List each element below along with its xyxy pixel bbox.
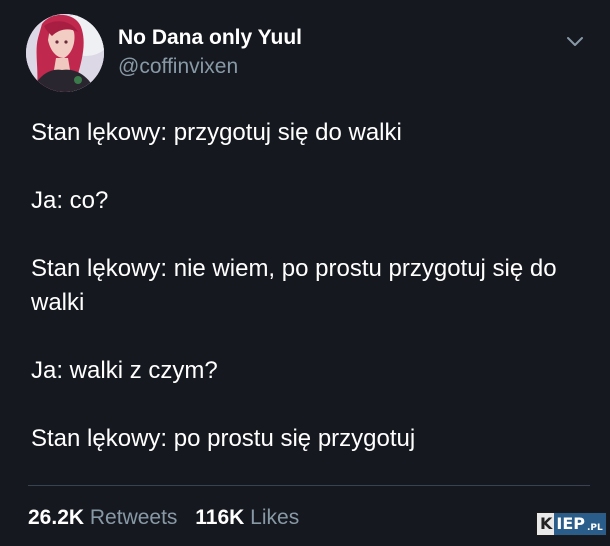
chevron-down-icon[interactable] xyxy=(564,30,586,52)
likes-count: 116K xyxy=(195,506,245,529)
tweet-paragraph: Ja: walki z czym? xyxy=(31,357,218,384)
tweet-card: No Dana only Yuul @coffinvixen Stan lęko… xyxy=(0,0,610,546)
retweets-stat[interactable]: 26.2K Retweets xyxy=(28,506,195,529)
avatar-illustration xyxy=(26,14,104,92)
retweets-label: Retweets xyxy=(89,506,178,529)
likes-stat[interactable]: 116K Likes xyxy=(195,506,311,529)
tweet-paragraph: Ja: co? xyxy=(31,187,109,214)
author-display-name[interactable]: No Dana only Yuul xyxy=(118,26,302,50)
stats-divider xyxy=(28,485,590,486)
tweet-paragraph: Stan lękowy: nie wiem, po prostu przygot… xyxy=(31,255,557,316)
retweets-count: 26.2K xyxy=(28,506,85,529)
author-handle[interactable]: @coffinvixen xyxy=(118,55,238,79)
tweet-text: Stan lękowy: przygotuj się do walki Ja: … xyxy=(31,116,591,490)
engagement-stats: 26.2K Retweets 116K Likes xyxy=(28,506,311,530)
profile-avatar[interactable] xyxy=(26,14,104,92)
likes-label: Likes xyxy=(250,506,300,529)
tweet-paragraph: Stan lękowy: przygotuj się do walki xyxy=(31,119,402,146)
kiep-watermark-logo: K IEP .PL xyxy=(536,512,607,536)
tweet-paragraph: Stan lękowy: po prostu się przygotuj xyxy=(31,425,416,452)
